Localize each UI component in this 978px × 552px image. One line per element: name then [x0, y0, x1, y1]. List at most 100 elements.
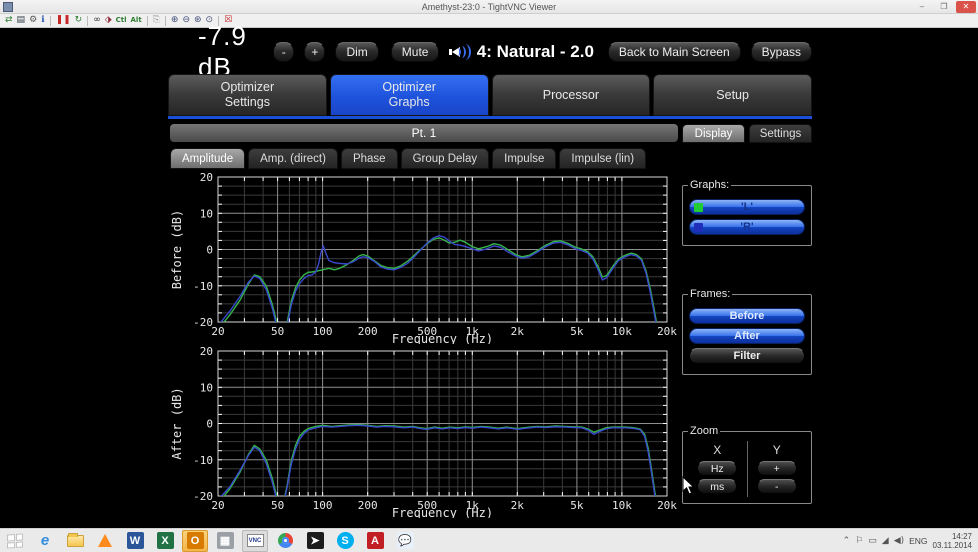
zoom-y-minus-button[interactable]: -	[757, 479, 797, 494]
taskbar-dark-app[interactable]: ➤	[302, 530, 328, 552]
taskbar-excel[interactable]: X	[152, 530, 178, 552]
frame-filter-button[interactable]: Filter	[689, 348, 805, 364]
before-response-chart: 20501002005001k2k5k10k20k20100-10-20Freq…	[168, 172, 680, 344]
svg-text:-20: -20	[193, 316, 213, 329]
network-icon[interactable]: ◢	[882, 536, 889, 546]
svg-text:10: 10	[200, 207, 213, 220]
frame-after-button[interactable]: After	[689, 328, 805, 344]
svg-text:20: 20	[211, 499, 224, 512]
channel-r-button[interactable]: 'R'	[689, 219, 805, 235]
active-tab-underline	[168, 116, 812, 119]
tab-group-delay[interactable]: Group Delay	[401, 148, 490, 169]
measurement-point-bar[interactable]: Pt. 1	[170, 124, 678, 142]
restore-button[interactable]: ❐	[934, 1, 954, 13]
display-icon[interactable]: ▭	[868, 536, 877, 546]
svg-text:-10: -10	[193, 454, 213, 467]
tab-impulse[interactable]: Impulse	[492, 148, 556, 169]
ctrl-key-icon[interactable]: Ctl	[116, 14, 127, 27]
save-session-icon[interactable]: ▤	[17, 14, 26, 27]
svg-text:0: 0	[206, 244, 213, 257]
taskbar-vlc[interactable]	[92, 530, 118, 552]
zoom-x-label: X	[688, 443, 747, 457]
speaker-icon	[449, 43, 464, 61]
tab-optimizer-settings[interactable]: Optimizer Settings	[168, 74, 327, 116]
taskbar-file-explorer[interactable]	[62, 530, 88, 552]
close-button[interactable]: ✕	[956, 1, 976, 13]
tab-setup[interactable]: Setup	[653, 74, 812, 116]
svg-text:10: 10	[200, 381, 213, 394]
toolbar-separator	[50, 16, 51, 26]
graphs-group: Graphs: 'L' 'R'	[682, 179, 812, 246]
start-button[interactable]	[2, 530, 28, 552]
svg-text:20k: 20k	[657, 499, 677, 512]
tab-settings[interactable]: Settings	[749, 124, 812, 143]
zoom-y-plus-button[interactable]: +	[757, 461, 797, 476]
mute-button[interactable]: Mute	[391, 42, 440, 62]
frame-before-button[interactable]: Before	[689, 308, 805, 324]
taskbar-vnc-viewer[interactable]: VNC	[242, 530, 268, 552]
tab-impulse-lin[interactable]: Impulse (lin)	[559, 148, 646, 169]
vnc-toolbar: ⇄▤⚙ℹ❚❚↻∞⬗CtlAlt⎘⊕⊖⊛⊙☒	[0, 14, 978, 28]
taskbar-messenger[interactable]: 💬	[392, 530, 418, 552]
tab-amp-direct[interactable]: Amp. (direct)	[248, 148, 338, 169]
tray-time: 14:27	[933, 532, 972, 541]
vlc-cone-icon	[98, 534, 112, 547]
adobe-icon: A	[367, 532, 384, 549]
bypass-button[interactable]: Bypass	[751, 42, 812, 62]
dark-app-icon: ➤	[307, 532, 324, 549]
connection-info-icon[interactable]: ℹ	[41, 14, 44, 27]
volume-tray-icon[interactable]: ◀)	[894, 536, 904, 546]
gray-app-icon: ▦	[217, 532, 234, 549]
action-center-icon[interactable]: ⚐	[855, 536, 863, 546]
taskbar-ie[interactable]: e	[32, 530, 58, 552]
toolbar-separator	[147, 16, 148, 26]
refresh-icon[interactable]: ↻	[75, 14, 83, 27]
tab-amplitude[interactable]: Amplitude	[170, 148, 245, 169]
tab-optimizer-graphs[interactable]: Optimizer Graphs	[330, 74, 489, 116]
taskbar-app[interactable]: ▦	[212, 530, 238, 552]
vnc-icon: VNC	[247, 534, 264, 547]
volume-down-button[interactable]: -	[273, 42, 294, 62]
new-connection-icon[interactable]: ⇄	[5, 14, 13, 27]
svg-text:100: 100	[313, 499, 333, 512]
volume-up-button[interactable]: +	[304, 42, 325, 62]
svg-text:20: 20	[211, 325, 224, 338]
display-panel: Display Settings Graphs: 'L' 'R' Frame	[682, 124, 812, 522]
show-hidden-icons-chevron[interactable]: ⌃	[843, 536, 851, 546]
svg-text:200: 200	[358, 325, 378, 338]
channel-l-button[interactable]: 'L'	[689, 199, 805, 215]
window-title: Amethyst-23:0 - TightVNC Viewer	[0, 2, 978, 12]
graph-type-tabs: Amplitude Amp. (direct) Phase Group Dela…	[170, 148, 678, 169]
tab-processor[interactable]: Processor	[492, 74, 651, 116]
taskbar-chrome[interactable]	[272, 530, 298, 552]
zoom-in-icon[interactable]: ⊕	[171, 14, 179, 27]
taskbar-adobe-reader[interactable]: A	[362, 530, 388, 552]
back-to-main-button[interactable]: Back to Main Screen	[608, 42, 741, 62]
channel-l-color-swatch	[694, 203, 703, 212]
ctrl-alt-del-icon[interactable]: ∞	[93, 14, 101, 27]
tab-phase[interactable]: Phase	[341, 148, 398, 169]
language-indicator[interactable]: ENG	[909, 536, 927, 546]
zoom-x-hz-button[interactable]: Hz	[697, 461, 737, 476]
chrome-icon	[278, 533, 293, 548]
tab-display[interactable]: Display	[682, 124, 745, 143]
taskbar-skype[interactable]: S	[332, 530, 358, 552]
taskbar-word[interactable]: W	[122, 530, 148, 552]
ctrl-esc-icon[interactable]: ⬗	[105, 14, 112, 27]
minimize-button[interactable]: –	[912, 1, 932, 13]
clock[interactable]: 14:27 03.11.2014	[933, 532, 972, 550]
zoom-x-ms-button[interactable]: ms	[697, 479, 737, 494]
svg-text:2k: 2k	[511, 499, 525, 512]
frames-group: Frames: Before After Filter	[682, 288, 812, 375]
tray-date: 03.11.2014	[933, 541, 972, 550]
taskbar-outlook[interactable]: O	[182, 530, 208, 552]
alt-key-icon[interactable]: Alt	[131, 14, 142, 27]
zoom-group-label: Zoom	[688, 425, 720, 437]
pause-icon[interactable]: ❚❚	[56, 14, 71, 27]
connection-options-icon[interactable]: ⚙	[29, 14, 37, 27]
svg-text:2k: 2k	[511, 325, 525, 338]
chat-icon: 💬	[397, 532, 414, 549]
transfer-files-icon[interactable]: ⎘	[153, 14, 160, 27]
dim-button[interactable]: Dim	[335, 42, 378, 62]
zoom-out-icon[interactable]: ⊖	[182, 14, 190, 27]
